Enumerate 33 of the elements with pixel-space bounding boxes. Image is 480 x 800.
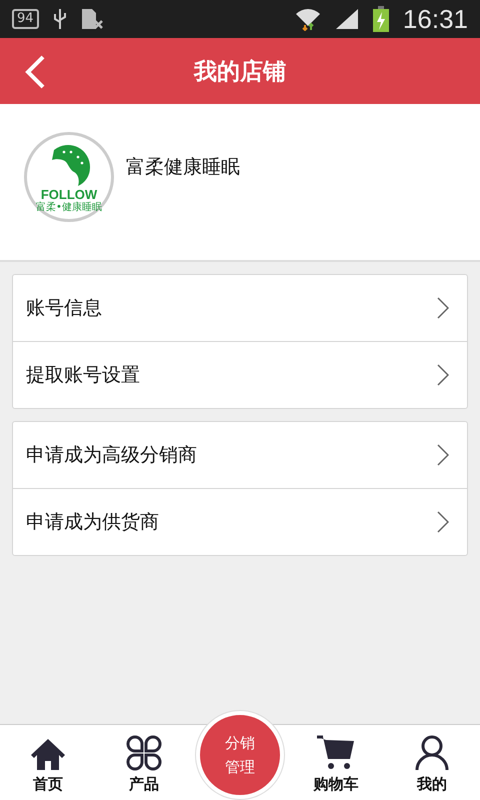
menu-label: 提取账号设置: [26, 363, 140, 388]
battery-icon: [372, 6, 389, 32]
home-icon: [30, 737, 66, 771]
distribution-button[interactable]: 分销管理: [196, 711, 284, 799]
logo-subtext: 富柔•健康睡眠: [36, 202, 102, 213]
menu-row[interactable]: 申请成为高级分销商: [13, 422, 467, 488]
page-title: 我的店铺: [194, 58, 286, 86]
nav-tab[interactable]: 购物车: [288, 725, 384, 800]
menu-label: 申请成为高级分销商: [26, 443, 197, 468]
status-time: 16:31: [402, 4, 468, 34]
notification-badge: 94: [12, 9, 39, 29]
nav-tab[interactable]: 首页: [0, 725, 96, 800]
nav-tab[interactable]: 产品: [96, 725, 192, 800]
signal-icon: [334, 8, 359, 30]
nav-tab[interactable]: 我的: [384, 725, 480, 800]
back-icon[interactable]: [24, 55, 46, 89]
menu-label: 申请成为供货商: [26, 510, 159, 535]
usb-icon: [52, 8, 67, 30]
cart-icon: [316, 735, 356, 771]
chevron-right-icon: [437, 511, 449, 533]
wifi-icon: [294, 7, 321, 31]
store-name: 富柔健康睡眠: [126, 155, 240, 180]
chevron-right-icon: [437, 444, 449, 466]
menu-label: 账号信息: [26, 296, 102, 321]
user-icon: [415, 735, 449, 771]
logo-text: FOLLOW: [40, 188, 98, 202]
chevron-right-icon: [437, 297, 449, 319]
sim-card-icon: [80, 8, 103, 30]
chevron-right-icon: [437, 364, 449, 386]
menu-row[interactable]: 申请成为供货商: [13, 488, 467, 555]
grid-icon: [126, 735, 162, 771]
menu-row[interactable]: 账号信息: [13, 275, 467, 341]
menu-row[interactable]: 提取账号设置: [13, 341, 467, 408]
